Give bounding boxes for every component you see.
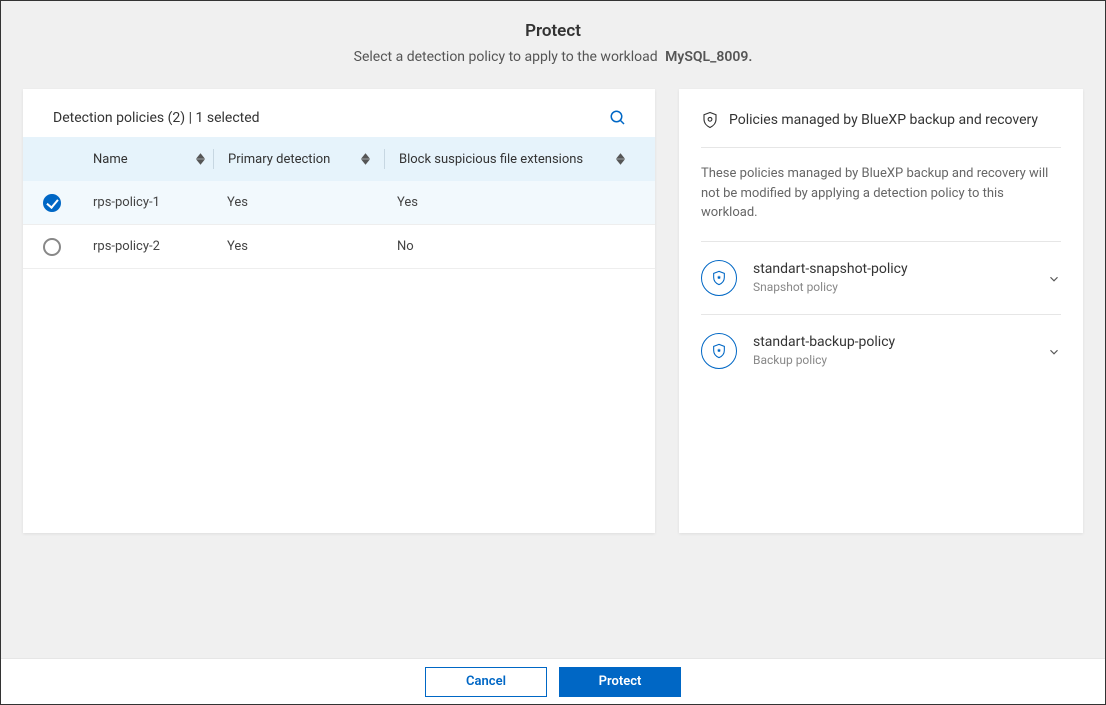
sort-icon[interactable]: [361, 153, 370, 165]
row-block: No: [383, 239, 635, 254]
row-name: rps-policy-1: [93, 195, 213, 210]
policy-name: standart-backup-policy: [753, 334, 1031, 350]
policies-table: Name Primary detection Block suspicious …: [23, 137, 655, 269]
table-row[interactable]: rps-policy-1 Yes Yes: [23, 181, 655, 225]
dialog-footer: Cancel Protect: [1, 658, 1105, 704]
table-header-row: Name Primary detection Block suspicious …: [23, 137, 655, 181]
managed-policies-panel: Policies managed by BlueXP backup and re…: [679, 89, 1083, 533]
column-primary-detection[interactable]: Primary detection: [214, 152, 384, 167]
row-primary: Yes: [213, 195, 383, 210]
detection-policies-panel: Detection policies (2) | 1 selected Name…: [23, 89, 655, 533]
left-panel-header: Detection policies (2) | 1 selected: [23, 89, 655, 137]
sort-icon[interactable]: [196, 153, 205, 165]
policy-name: standart-snapshot-policy: [753, 261, 1031, 277]
policy-type: Backup policy: [753, 353, 1031, 367]
row-block: Yes: [383, 195, 635, 210]
right-panel-description: These policies managed by BlueXP backup …: [701, 148, 1061, 241]
chevron-down-icon[interactable]: [1047, 344, 1061, 358]
shield-badge-icon: [701, 260, 737, 296]
shield-icon: [701, 111, 719, 129]
left-panel-title: Detection policies (2) | 1 selected: [53, 110, 260, 126]
cancel-button[interactable]: Cancel: [425, 667, 547, 697]
row-primary: Yes: [213, 239, 383, 254]
policy-item-snapshot[interactable]: standart-snapshot-policy Snapshot policy: [701, 241, 1061, 314]
row-radio[interactable]: [43, 238, 61, 256]
search-icon[interactable]: [609, 109, 627, 127]
column-primary-label: Primary detection: [228, 152, 330, 167]
shield-badge-icon: [701, 333, 737, 369]
right-panel-heading: Policies managed by BlueXP backup and re…: [729, 112, 1038, 128]
policy-item-backup[interactable]: standart-backup-policy Backup policy: [701, 314, 1061, 387]
column-name-label: Name: [93, 152, 128, 167]
table-row[interactable]: rps-policy-2 Yes No: [23, 225, 655, 269]
protect-button[interactable]: Protect: [559, 667, 681, 697]
chevron-down-icon[interactable]: [1047, 271, 1061, 285]
right-panel-header: Policies managed by BlueXP backup and re…: [701, 89, 1061, 148]
workload-name: MySQL_8009.: [665, 49, 752, 65]
page-subtitle: Select a detection policy to apply to th…: [1, 49, 1105, 65]
policy-type: Snapshot policy: [753, 280, 1031, 294]
row-name: rps-policy-2: [93, 239, 213, 254]
column-block-extensions[interactable]: Block suspicious file extensions: [385, 152, 635, 167]
column-block-label: Block suspicious file extensions: [399, 152, 583, 167]
page-title: Protect: [1, 21, 1105, 41]
sort-icon[interactable]: [616, 153, 625, 165]
subtitle-prefix: Select a detection policy to apply to th…: [354, 49, 658, 65]
column-name[interactable]: Name: [93, 152, 213, 167]
dialog-header: Protect Select a detection policy to app…: [1, 1, 1105, 81]
row-radio[interactable]: [43, 194, 61, 212]
